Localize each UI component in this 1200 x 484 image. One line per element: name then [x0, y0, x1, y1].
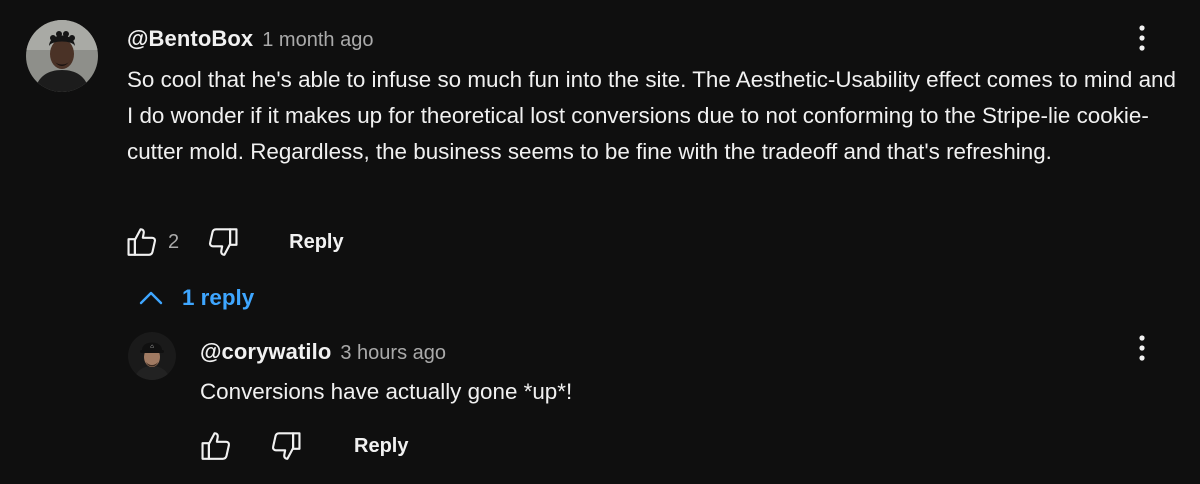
more-vert-icon — [1139, 335, 1145, 361]
reply-like-button[interactable] — [196, 426, 236, 466]
thumbs-up-icon — [201, 432, 231, 460]
chevron-up-icon — [137, 284, 165, 312]
reply-avatar[interactable]: ⌂ — [128, 332, 176, 380]
reply-dislike-button[interactable] — [266, 426, 306, 466]
comment-author[interactable]: @BentoBox — [127, 26, 253, 52]
more-vert-icon — [1139, 25, 1145, 51]
comment-actions: 2 Reply — [122, 220, 344, 264]
comment-menu-button[interactable] — [1127, 18, 1157, 58]
replies-count-label[interactable]: 1 reply — [182, 285, 254, 311]
cap-logo: ⌂ — [150, 344, 154, 350]
reply-author[interactable]: @corywatilo — [200, 339, 331, 365]
commenter-avatar[interactable] — [26, 20, 98, 92]
reply-header: @corywatilo 3 hours ago — [200, 339, 446, 365]
reply-button[interactable]: Reply — [289, 231, 343, 254]
comment-timestamp[interactable]: 1 month ago — [262, 29, 373, 52]
replies-toggle[interactable]: 1 reply — [137, 284, 254, 312]
thumbs-down-icon — [209, 228, 238, 256]
reply-menu-button[interactable] — [1127, 328, 1157, 368]
thumbs-up-icon — [127, 228, 157, 256]
reply-actions: Reply — [196, 424, 408, 468]
comment-header: @BentoBox 1 month ago — [127, 26, 373, 52]
like-button[interactable] — [122, 222, 162, 262]
like-count: 2 — [168, 230, 180, 253]
reply-reply-button[interactable]: Reply — [354, 435, 408, 458]
reply-text: Conversions have actually gone *up*! — [200, 379, 573, 404]
thumbs-down-icon — [271, 432, 301, 460]
dislike-button[interactable] — [203, 222, 243, 262]
reply-timestamp[interactable]: 3 hours ago — [340, 342, 446, 365]
comment-text: So cool that he's able to infuse so much… — [127, 67, 1176, 164]
